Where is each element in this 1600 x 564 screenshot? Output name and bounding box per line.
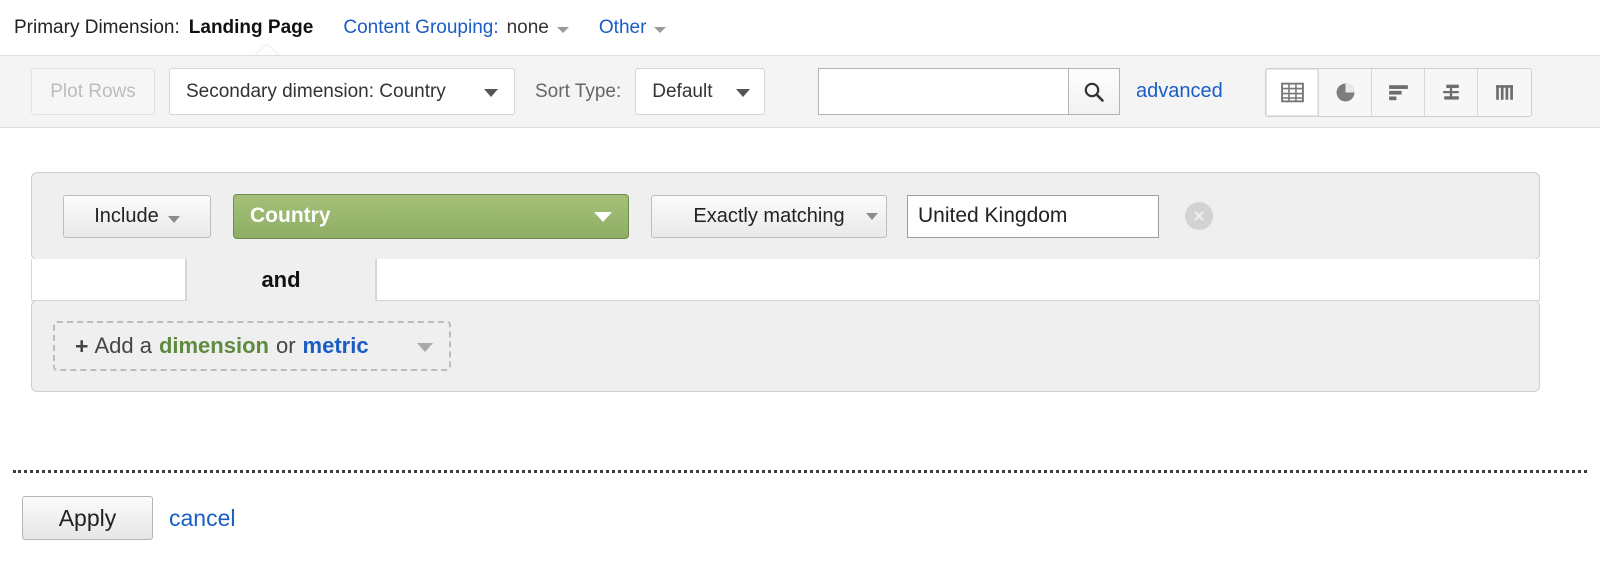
table-view-icon [1280,80,1305,105]
primary-dimension-bar: Primary Dimension: Landing Page Content … [0,0,1600,55]
sort-type-value: Default [652,81,712,103]
performance-view-icon-button[interactable] [1372,69,1425,116]
content-grouping-label[interactable]: Content Grouping: [343,17,498,39]
filter-row: Include Country Exactly matching [31,172,1540,260]
table-view-icon-button[interactable] [1266,69,1319,116]
secondary-dimension-select[interactable]: Secondary dimension: Country [169,68,515,115]
filter-conjunction-and[interactable]: and [186,259,376,301]
add-dimension-or-metric-button[interactable]: + Add a dimension or metric [53,321,451,371]
apply-button[interactable]: Apply [22,496,153,540]
add-or-label: or [276,333,296,359]
apply-label: Apply [59,505,117,532]
filter-match-type-label: Exactly matching [693,205,844,228]
filter-match-type-select[interactable]: Exactly matching [651,195,887,238]
chevron-down-icon [168,216,180,223]
search-button[interactable] [1068,68,1120,115]
filter-include-exclude-select[interactable]: Include [63,195,211,238]
pie-chart-view-icon-button[interactable] [1319,69,1372,116]
filter-dimension-select[interactable]: Country [233,194,629,239]
filter-conjunction-label: and [261,267,300,293]
advanced-filter-link[interactable]: advanced [1136,80,1223,103]
plus-icon: + [75,333,88,360]
sort-type-select[interactable]: Default [635,68,765,115]
filter-include-label: Include [94,205,159,228]
view-type-group [1265,68,1532,117]
chevron-down-icon [866,213,878,220]
add-prefix-label: Add a [94,333,152,359]
chevron-down-icon [417,343,433,352]
cancel-link[interactable]: cancel [169,505,235,532]
chevron-down-icon [557,27,569,33]
close-icon [1190,207,1208,225]
remove-filter-button[interactable] [1185,202,1213,230]
add-metric-label: metric [303,333,369,359]
filter-value-input[interactable] [907,195,1159,238]
chevron-down-icon [484,89,498,97]
plot-rows-label: Plot Rows [50,81,136,103]
primary-dimension-active-value[interactable]: Landing Page [189,17,314,39]
filter-conjunction-row: and [31,259,1540,301]
add-dimension-label: dimension [159,333,269,359]
chevron-down-icon [594,212,612,222]
content-grouping-dropdown[interactable]: Content Grouping: none [343,17,569,39]
footer-divider [13,470,1587,473]
search-icon [1082,80,1106,104]
other-dimensions-label[interactable]: Other [599,17,647,39]
dialog-footer: Apply cancel [22,496,235,540]
other-dimensions-dropdown[interactable]: Other [599,17,667,39]
pie-chart-view-icon [1333,80,1358,105]
advanced-filter-builder: Include Country Exactly matching and + [0,128,1600,392]
conjunction-gap-left [31,259,186,301]
table-search [818,68,1120,115]
conjunction-gap-right [376,259,1540,301]
secondary-dimension-label: Secondary dimension: Country [186,81,446,103]
comparison-view-icon-button[interactable] [1425,69,1478,116]
comparison-view-icon [1439,80,1464,105]
pivot-view-icon-button[interactable] [1478,69,1531,116]
add-filter-panel: + Add a dimension or metric [31,300,1540,392]
chevron-down-icon [654,27,666,33]
sort-type-label: Sort Type: [535,81,621,103]
performance-view-icon [1386,80,1411,105]
pivot-view-icon [1492,80,1517,105]
table-toolbar: Plot Rows Secondary dimension: Country S… [0,55,1600,128]
search-input[interactable] [818,68,1068,115]
filter-dimension-label: Country [250,204,331,228]
plot-rows-button[interactable]: Plot Rows [31,68,155,115]
content-grouping-value: none [507,17,549,39]
primary-dimension-label: Primary Dimension: [14,17,180,39]
chevron-down-icon [736,89,750,97]
